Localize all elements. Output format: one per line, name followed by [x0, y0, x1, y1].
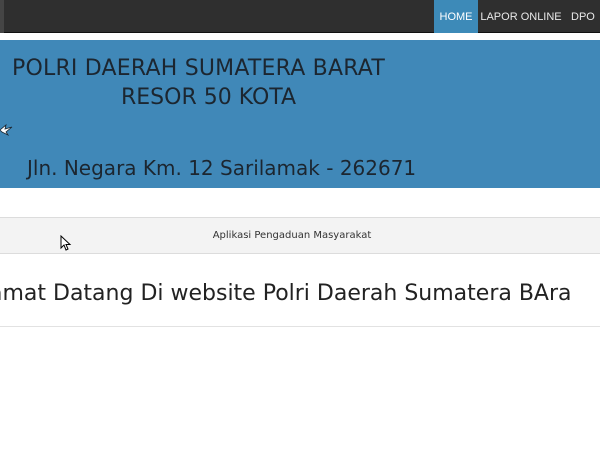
banner-title-line-2: RESOR 50 KOTA: [121, 85, 297, 110]
nav-menu: HOME LAPOR ONLINE DPO: [434, 0, 600, 33]
nav-home-link[interactable]: HOME: [434, 0, 478, 33]
welcome-section: amat Datang Di website Polri Daerah Suma…: [0, 255, 600, 327]
app-subtitle-bar: Aplikasi Pengaduan Masyarakat: [0, 217, 600, 254]
top-navbar: HOME LAPOR ONLINE DPO: [0, 0, 600, 33]
police-emblem-icon: [0, 123, 13, 137]
welcome-heading: amat Datang Di website Polri Daerah Suma…: [0, 281, 572, 306]
nav-lapor-online-link[interactable]: LAPOR ONLINE: [478, 0, 564, 33]
mouse-cursor-icon: [60, 235, 72, 251]
app-subtitle: Aplikasi Pengaduan Masyarakat: [212, 230, 372, 241]
banner-title-line-1: POLRI DAERAH SUMATERA BARAT: [12, 56, 385, 81]
banner-address: Jln. Negara Km. 12 Sarilamak - 262671: [27, 156, 417, 180]
nav-dpo-link[interactable]: DPO: [564, 0, 600, 33]
header-banner: POLRI DAERAH SUMATERA BARAT RESOR 50 KOT…: [0, 40, 600, 188]
navbar-brand-edge: [0, 0, 4, 33]
